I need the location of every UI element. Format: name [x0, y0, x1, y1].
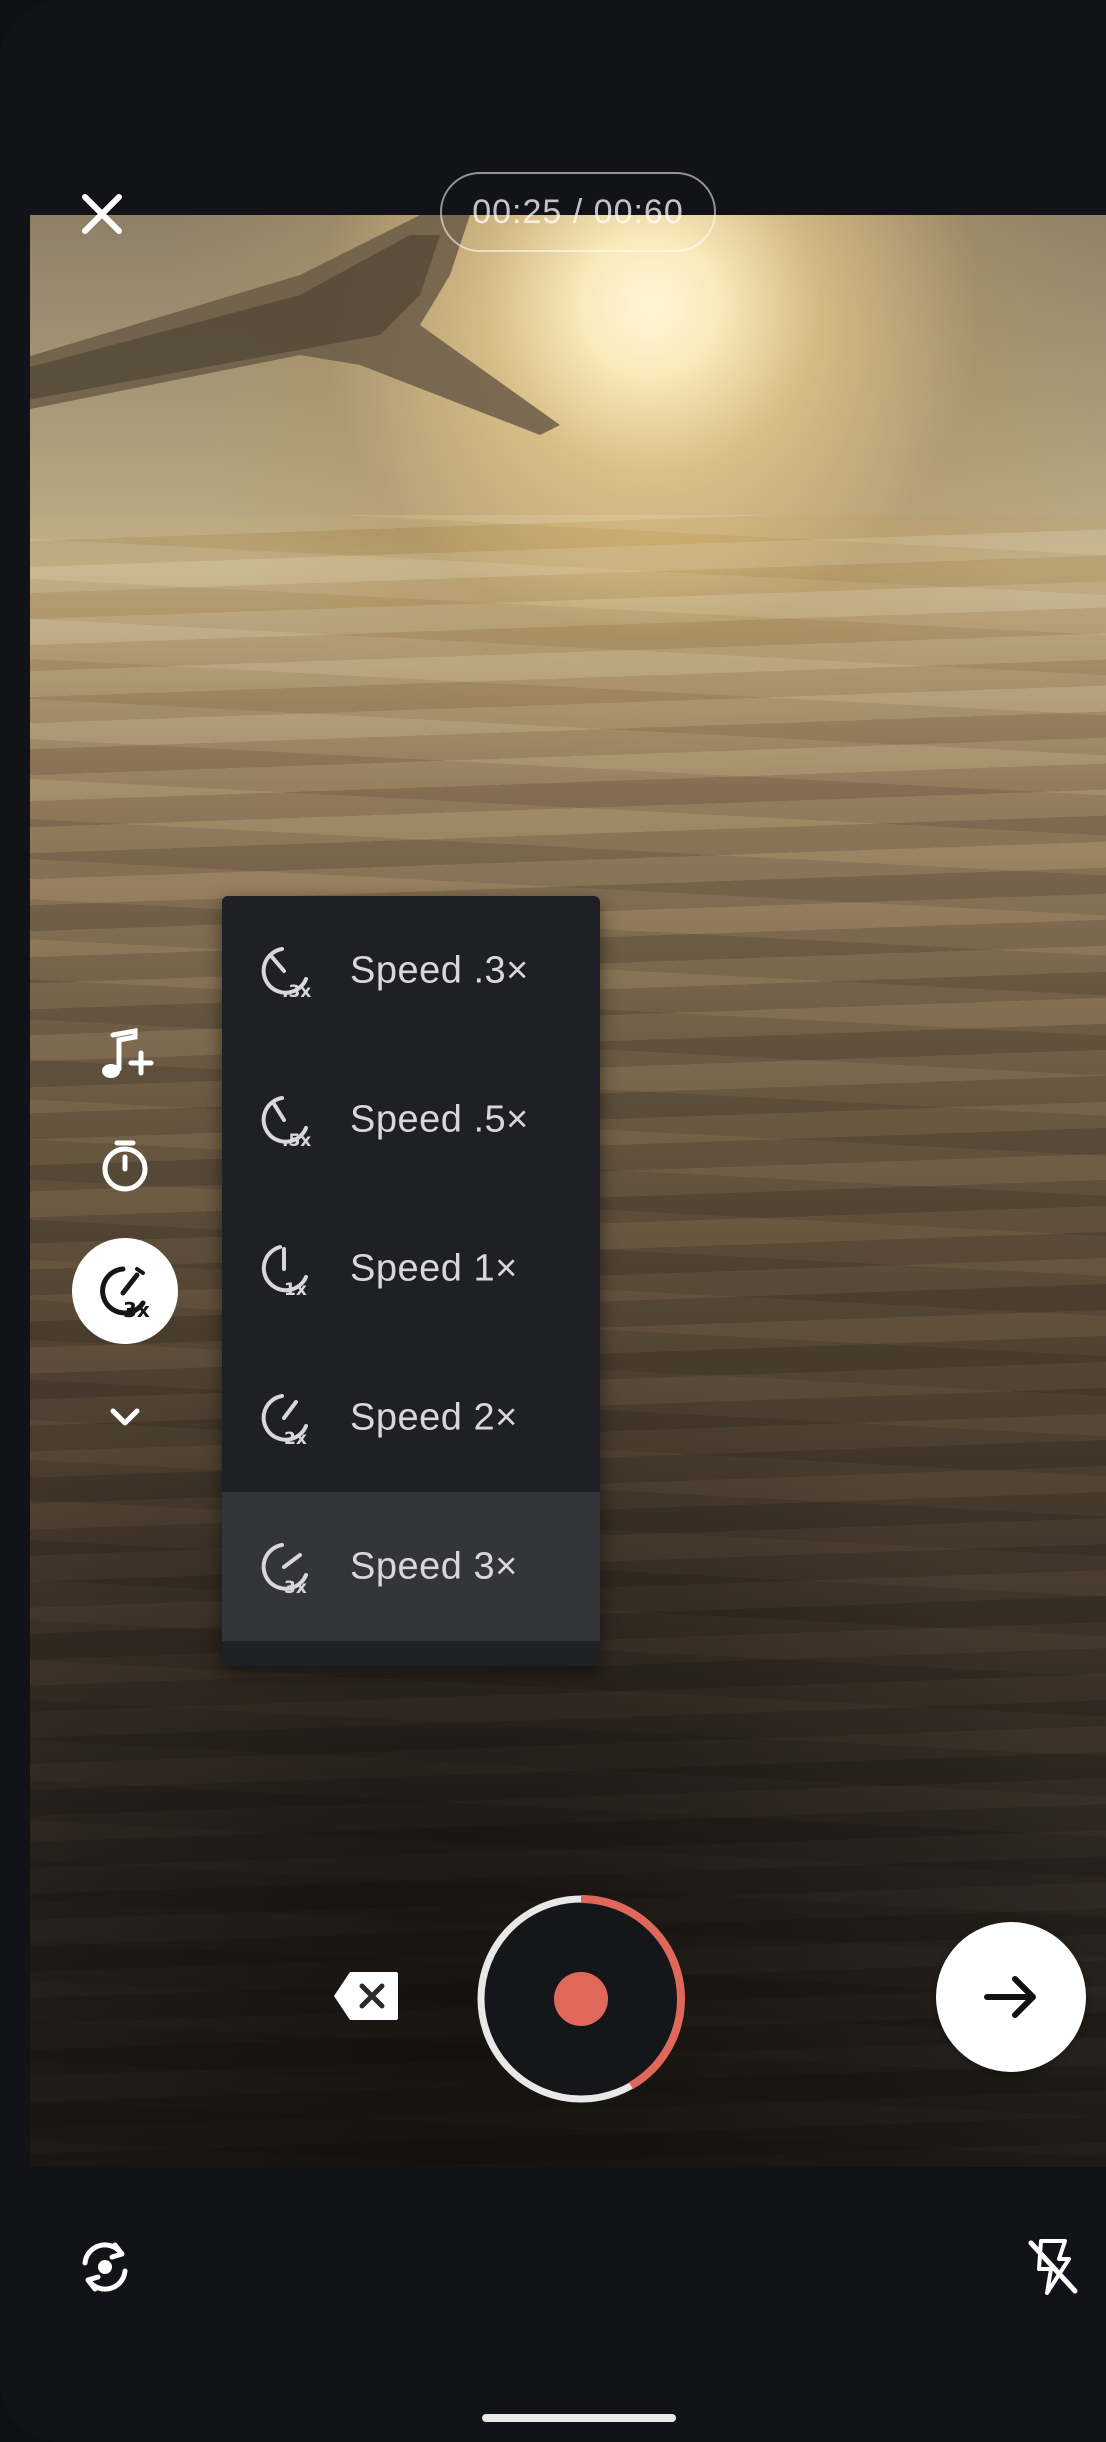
more-tools-button[interactable] [70, 1362, 180, 1472]
svg-text:.5x: .5x [282, 1131, 311, 1151]
svg-text:3x: 3x [123, 1298, 150, 1322]
recording-timer: 00:25 / 00:60 [440, 172, 716, 252]
svg-text:.3x: .3x [282, 982, 311, 1002]
speed-2x-label: Speed 2× [350, 1396, 518, 1438]
record-ring-graphic [477, 1895, 685, 2103]
backspace-icon [334, 1972, 398, 2020]
speed-3x-icon: 3x [100, 1266, 150, 1322]
flip-camera-button[interactable] [70, 2232, 140, 2302]
speed-0-5x-icon: .5x [261, 1095, 311, 1151]
speed-menu: .3x Speed .3× .5x Speed .5× 1x Speed 1× … [222, 896, 600, 1666]
music-add-icon [102, 1028, 154, 1078]
speed-2x-option[interactable]: 2x Speed 2× [222, 1343, 600, 1492]
record-dot [554, 1972, 608, 2026]
close-button[interactable] [70, 182, 134, 246]
delete-last-clip-button[interactable] [332, 1970, 400, 2022]
add-music-button[interactable] [70, 1000, 180, 1110]
speed-2x-icon: 2x [261, 1393, 308, 1449]
recording-timer-text: 00:25 / 00:60 [472, 192, 684, 231]
speed-0-3x-label: Speed .3× [350, 949, 529, 991]
speed-0-5x-label: Speed .5× [350, 1098, 529, 1140]
record-button[interactable] [474, 1892, 688, 2106]
speed-1x-option[interactable]: 1x Speed 1× [222, 1194, 600, 1343]
home-indicator[interactable] [482, 2414, 676, 2422]
speed-0-3x-icon: .3x [261, 946, 311, 1002]
flash-off-icon [1028, 2239, 1078, 2295]
next-button[interactable] [936, 1922, 1086, 2072]
flash-toggle-button[interactable] [1018, 2232, 1088, 2302]
speed-1x-icon: 1x [261, 1244, 308, 1300]
svg-text:1x: 1x [284, 1280, 307, 1300]
speed-0-3x-option[interactable]: .3x Speed .3× [222, 896, 600, 1045]
speed-3x-icon: 3x [261, 1542, 308, 1598]
flip-camera-icon [82, 2242, 128, 2292]
timer-button[interactable] [70, 1110, 180, 1220]
speed-1x-label: Speed 1× [350, 1247, 518, 1289]
close-icon [82, 194, 122, 234]
timer-icon [102, 1140, 148, 1192]
arrow-right-icon [984, 1976, 1036, 2018]
svg-text:2x: 2x [284, 1429, 307, 1449]
svg-text:3x: 3x [284, 1578, 307, 1598]
speed-0-5x-option[interactable]: .5x Speed .5× [222, 1045, 600, 1194]
speed-3x-option[interactable]: 3x Speed 3× [222, 1492, 600, 1641]
speed-button[interactable]: 3x [72, 1238, 178, 1344]
speed-3x-label: Speed 3× [350, 1545, 518, 1587]
chevron-down-icon [110, 1408, 140, 1426]
